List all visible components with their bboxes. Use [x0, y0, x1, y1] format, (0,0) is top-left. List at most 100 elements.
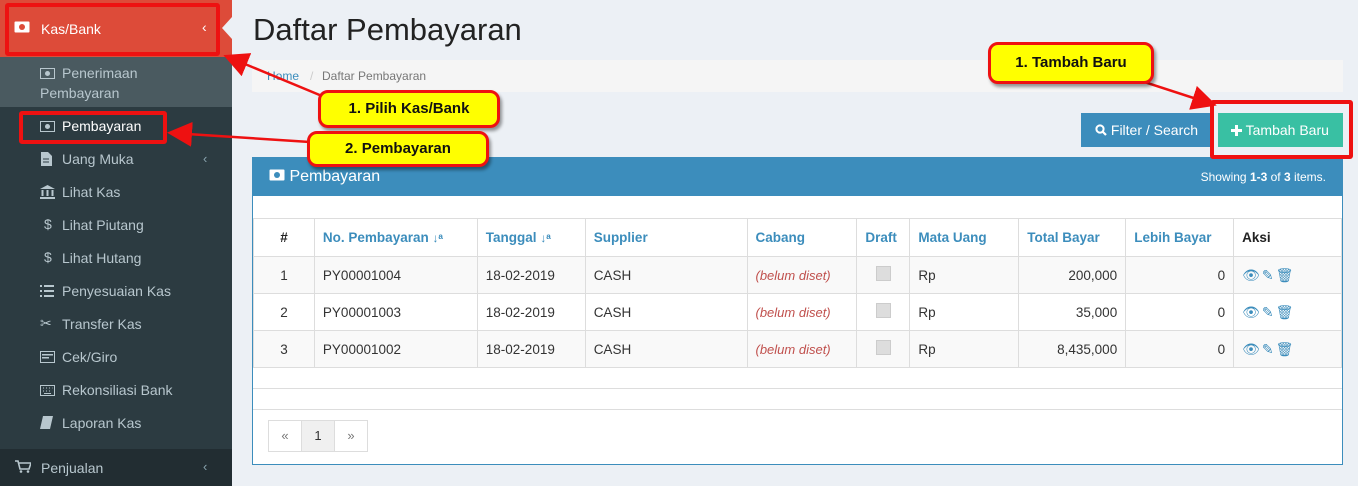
active-indicator — [222, 17, 232, 39]
filter-search-button[interactable]: Filter / Search — [1081, 113, 1210, 147]
view-icon[interactable]: 👁 — [1242, 341, 1262, 357]
panel-title: Pembayaran — [269, 168, 380, 186]
sidebar-item-penjualan[interactable]: Penjualan ‹ — [0, 449, 232, 486]
sidebar: Kas/Bank ‹ Penerimaan Pembayaran Pembaya… — [0, 0, 232, 486]
file-icon — [40, 152, 56, 169]
column-header-date[interactable]: Tanggal ↓ᵃ — [476, 218, 586, 257]
highlight-kas-bank — [5, 3, 220, 56]
money-icon — [269, 169, 285, 181]
sidebar-item-label: Uang Muka — [62, 151, 134, 167]
trash-icon[interactable]: 🗑 — [1276, 267, 1296, 283]
prev-page-button[interactable]: « — [268, 420, 302, 452]
edit-icon[interactable]: ✎ — [1262, 267, 1276, 283]
sort-icon: ↓ᵃ — [432, 231, 444, 245]
payments-table: # No. Pembayaran ↓ᵃ Tanggal ↓ᵃ Supplier … — [253, 218, 1342, 368]
sidebar-item-label: Pembayaran — [40, 85, 120, 101]
sidebar-item-label: Lihat Piutang — [62, 217, 144, 233]
next-page-button[interactable]: » — [334, 420, 368, 452]
total-paid: 35,000 — [1018, 293, 1127, 331]
column-header-currency[interactable]: Mata Uang — [909, 218, 1020, 257]
highlight-add-new — [1210, 100, 1353, 159]
row-actions: 👁✎🗑 — [1233, 293, 1342, 331]
sidebar-item-label: Penjualan — [41, 460, 104, 476]
breadcrumb-home-link[interactable]: Home — [267, 69, 299, 83]
column-header-actions: Aksi — [1233, 218, 1342, 257]
card-icon — [40, 350, 56, 366]
trash-icon[interactable]: 🗑 — [1276, 304, 1296, 320]
sidebar-item-label: Transfer Kas — [62, 316, 142, 332]
row-index: 1 — [253, 256, 315, 294]
view-icon[interactable]: 👁 — [1242, 267, 1262, 283]
row-index: 2 — [253, 293, 315, 331]
keyboard-icon — [40, 383, 56, 399]
pagination: « 1 » — [268, 420, 368, 452]
page-1-button[interactable]: 1 — [301, 420, 335, 452]
cart-icon — [15, 460, 33, 476]
page-title: Daftar Pembayaran — [253, 12, 522, 47]
sidebar-item-label: Penyesuaian Kas — [62, 283, 171, 299]
book-icon — [40, 416, 56, 432]
edit-icon[interactable]: ✎ — [1262, 341, 1276, 357]
highlight-pembayaran — [19, 111, 167, 144]
table-row: 1 PY00001004 18-02-2019 CASH (belum dise… — [253, 256, 1342, 294]
payments-panel: Pembayaran Showing 1-3 of 3 items. # No.… — [252, 157, 1343, 465]
payment-number: PY00001002 — [313, 330, 478, 368]
total-paid: 200,000 — [1018, 256, 1127, 294]
row-actions: 👁✎🗑 — [1233, 330, 1342, 368]
money-icon — [40, 66, 56, 82]
supplier: CASH — [584, 256, 748, 294]
summary-total: 3 — [1283, 170, 1291, 184]
column-header-total[interactable]: Total Bayar — [1018, 218, 1127, 257]
draft-checkbox — [875, 303, 891, 318]
filter-search-label: Filter / Search — [1110, 122, 1199, 138]
summary-suffix: items. — [1290, 170, 1326, 184]
sort-icon: ↓ᵃ — [540, 231, 551, 245]
edit-icon[interactable]: ✎ — [1262, 304, 1276, 320]
table-header-row: # No. Pembayaran ↓ᵃ Tanggal ↓ᵃ Supplier … — [253, 218, 1342, 257]
view-icon[interactable]: 👁 — [1242, 304, 1262, 320]
column-header-overpayment[interactable]: Lebih Bayar — [1125, 218, 1235, 257]
callout-add-new: 1. Tambah Baru — [988, 42, 1154, 84]
column-header-branch[interactable]: Cabang — [746, 218, 858, 257]
trash-icon[interactable]: 🗑 — [1276, 341, 1296, 357]
draft-cell — [856, 330, 911, 368]
payment-date: 18-02-2019 — [476, 330, 586, 368]
sidebar-item-label: Rekonsiliasi Bank — [62, 382, 173, 398]
sidebar-item-label: Penerimaan — [62, 65, 138, 81]
chevron-left-icon: ‹ — [203, 459, 208, 474]
column-header-supplier[interactable]: Supplier — [584, 218, 748, 257]
divider — [253, 409, 1342, 410]
search-icon — [1095, 124, 1107, 136]
table-row: 2 PY00001003 18-02-2019 CASH (belum dise… — [253, 293, 1342, 331]
payment-date: 18-02-2019 — [476, 256, 586, 294]
row-actions: 👁✎🗑 — [1233, 256, 1342, 294]
summary-range: 1-3 — [1249, 170, 1268, 184]
dollar-icon: $ — [44, 249, 52, 265]
breadcrumb-separator: / — [310, 69, 314, 83]
draft-checkbox — [875, 266, 891, 281]
column-header-number[interactable]: No. Pembayaran ↓ᵃ — [313, 218, 478, 257]
column-header-label: No. Pembayaran — [322, 230, 429, 245]
branch: (belum diset) — [746, 293, 858, 331]
column-header-index: # — [253, 218, 315, 257]
currency: Rp — [909, 293, 1020, 331]
total-paid: 8,435,000 — [1018, 330, 1127, 368]
draft-cell — [856, 256, 911, 294]
bank-icon — [40, 185, 56, 202]
branch: (belum diset) — [746, 256, 858, 294]
overpayment: 0 — [1125, 293, 1235, 331]
scissors-icon: ✂ — [40, 315, 52, 331]
column-header-label: Tanggal — [485, 230, 537, 245]
callout-step-1: 1. Pilih Kas/Bank — [318, 90, 500, 128]
summary-prefix: Showing — [1200, 170, 1250, 184]
list-icon — [40, 284, 56, 300]
dollar-icon: $ — [44, 216, 52, 232]
table-row: 3 PY00001002 18-02-2019 CASH (belum dise… — [253, 330, 1342, 368]
column-header-draft[interactable]: Draft — [856, 218, 911, 257]
supplier: CASH — [584, 293, 748, 331]
branch: (belum diset) — [746, 330, 858, 368]
items-summary: Showing 1-3 of 3 items. — [1201, 170, 1326, 184]
sidebar-item-label: Laporan Kas — [62, 415, 142, 431]
supplier: CASH — [584, 330, 748, 368]
currency: Rp — [909, 330, 1020, 368]
